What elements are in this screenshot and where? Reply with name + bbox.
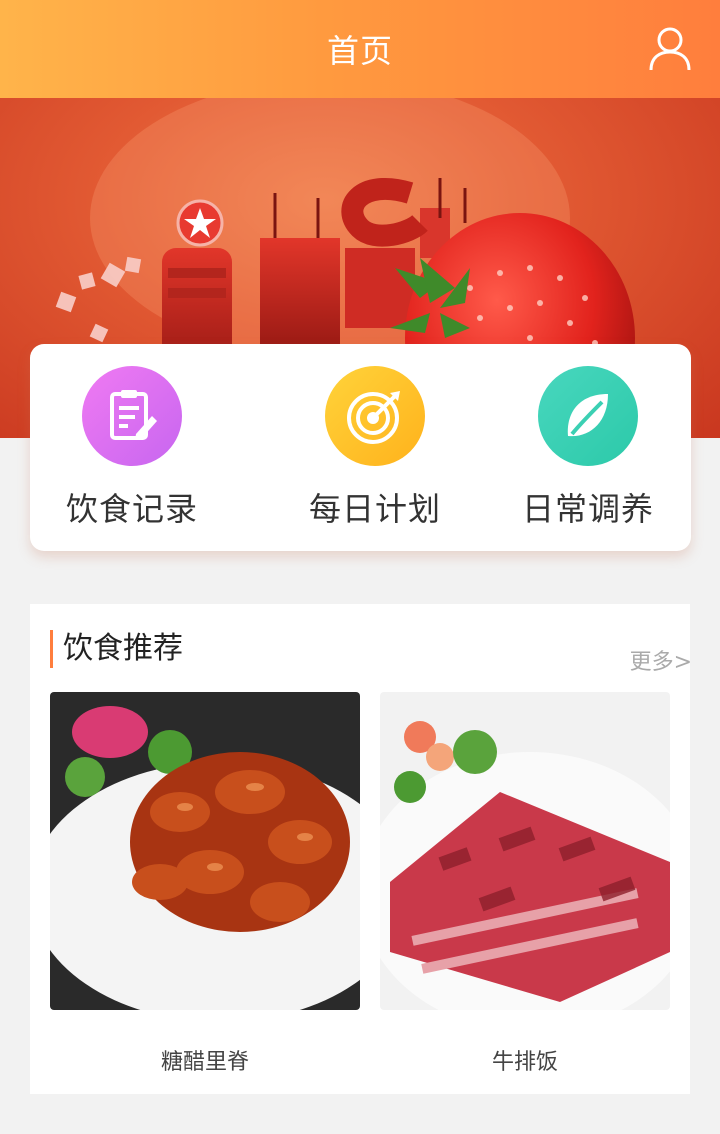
menu-item-daily-plan[interactable]: 每日计划 [285,366,465,530]
section-title: 饮食推荐 [50,630,183,668]
menu-label: 日常调养 [521,490,654,528]
target-icon [325,366,425,466]
more-link[interactable]: 更多> [630,644,692,676]
food-name: 糖醋里脊 [160,1050,249,1075]
clipboard-edit-icon [82,366,182,466]
food-card-steak-rice[interactable]: 牛排饭 [380,692,670,1076]
food-name: 牛排饭 [491,1050,558,1075]
recommend-section: 饮食推荐 更多> 糖醋里脊 牛排饭 [30,604,692,1094]
food-image[interactable] [50,692,360,1010]
menu-item-diet-record[interactable]: 饮食记录 [42,366,222,530]
quick-menu-card: 饮食记录 每日计划 日常调养 [30,344,691,551]
page-title: 首页 [326,32,393,70]
menu-label: 饮食记录 [65,490,198,528]
leaf-icon [538,366,638,466]
food-image[interactable] [380,692,670,1010]
user-icon[interactable] [648,26,692,72]
top-bar: 首页 [0,0,720,98]
menu-label: 每日计划 [308,490,441,528]
menu-item-daily-care[interactable]: 日常调养 [498,366,678,530]
food-card-sweet-sour-pork[interactable]: 糖醋里脊 [50,692,360,1076]
